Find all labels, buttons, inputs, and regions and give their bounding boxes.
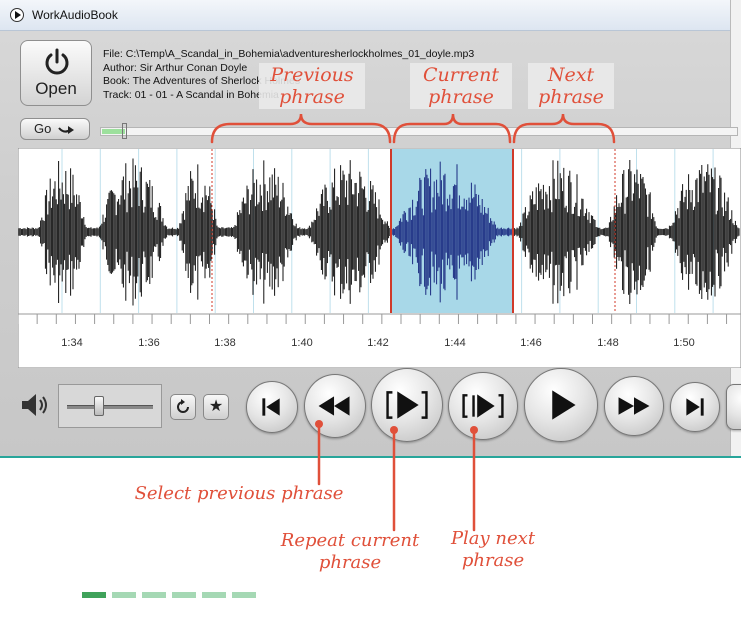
current-phrase-label: Current phrase — [410, 63, 512, 109]
play-next-caption: Play next phrase — [450, 528, 536, 571]
loop-button[interactable] — [170, 394, 196, 420]
tick-label: 1:44 — [444, 337, 465, 349]
play-icon — [552, 390, 576, 420]
tick-label: 1:48 — [597, 337, 618, 349]
previous-phrase-label: Previous phrase — [259, 63, 365, 109]
tick-label: 1:36 — [138, 337, 159, 349]
window-title: WorkAudioBook — [32, 8, 118, 22]
slide-dot[interactable] — [112, 592, 136, 598]
track-position-marker[interactable] — [122, 123, 127, 139]
bookmark-button[interactable]: ★ — [203, 394, 229, 420]
slide-dot[interactable] — [172, 592, 196, 598]
go-button[interactable]: Go — [20, 118, 90, 140]
repeat-phrase-icon — [386, 391, 428, 419]
slide-dot[interactable] — [202, 592, 226, 598]
track-progress-bar[interactable] — [100, 127, 738, 136]
arrow-right-icon — [58, 125, 74, 134]
tick-label: 1:50 — [673, 337, 694, 349]
skip-to-end-icon — [686, 398, 704, 416]
tick-label: 1:38 — [214, 337, 235, 349]
volume-thumb[interactable] — [93, 396, 104, 416]
app-window: WorkAudioBook Open Go File: C:\Temp\A_Sc… — [0, 0, 741, 458]
select-previous-phrase-button[interactable] — [304, 374, 366, 438]
volume-slider[interactable] — [58, 384, 162, 428]
play-button[interactable] — [524, 368, 598, 442]
loop-icon — [177, 399, 189, 413]
repeat-current-phrase-button[interactable] — [371, 368, 443, 442]
go-label: Go — [34, 121, 52, 136]
tick-label: 1:40 — [291, 337, 312, 349]
fast-forward-button[interactable] — [604, 376, 664, 436]
select-previous-caption: Select previous phrase — [134, 483, 344, 504]
slide-dot-active[interactable] — [82, 592, 106, 598]
open-label: Open — [35, 79, 77, 98]
skip-to-start-button[interactable] — [246, 381, 298, 433]
volume-track — [67, 405, 153, 409]
tick-label: 1:34 — [61, 337, 82, 349]
power-icon — [45, 48, 69, 75]
next-phrase-label: Next phrase — [528, 63, 614, 109]
file-path: File: C:\Temp\A_Scandal_in_Bohemia\adven… — [103, 48, 475, 60]
title-bar: WorkAudioBook — [0, 0, 741, 31]
tick-label: 1:42 — [367, 337, 388, 349]
app-icon — [10, 8, 24, 22]
rewind-icon — [318, 396, 350, 416]
tick-label: 1:46 — [520, 337, 541, 349]
slide-dot[interactable] — [232, 592, 256, 598]
star-icon: ★ — [208, 398, 224, 415]
repeat-current-caption: Repeat current phrase — [280, 530, 420, 573]
slide-dot[interactable] — [142, 592, 166, 598]
fast-forward-icon — [618, 397, 650, 415]
extra-button[interactable] — [726, 384, 741, 430]
skip-to-start-icon — [262, 398, 280, 416]
waveform[interactable]: 1:34 1:36 1:38 1:40 1:42 1:44 1:46 1:48 … — [18, 148, 741, 368]
speaker-icon[interactable] — [20, 392, 50, 418]
play-next-phrase-button[interactable] — [448, 372, 518, 440]
play-next-phrase-icon — [462, 394, 504, 418]
skip-to-end-button[interactable] — [670, 382, 720, 432]
open-button[interactable]: Open — [20, 40, 92, 106]
